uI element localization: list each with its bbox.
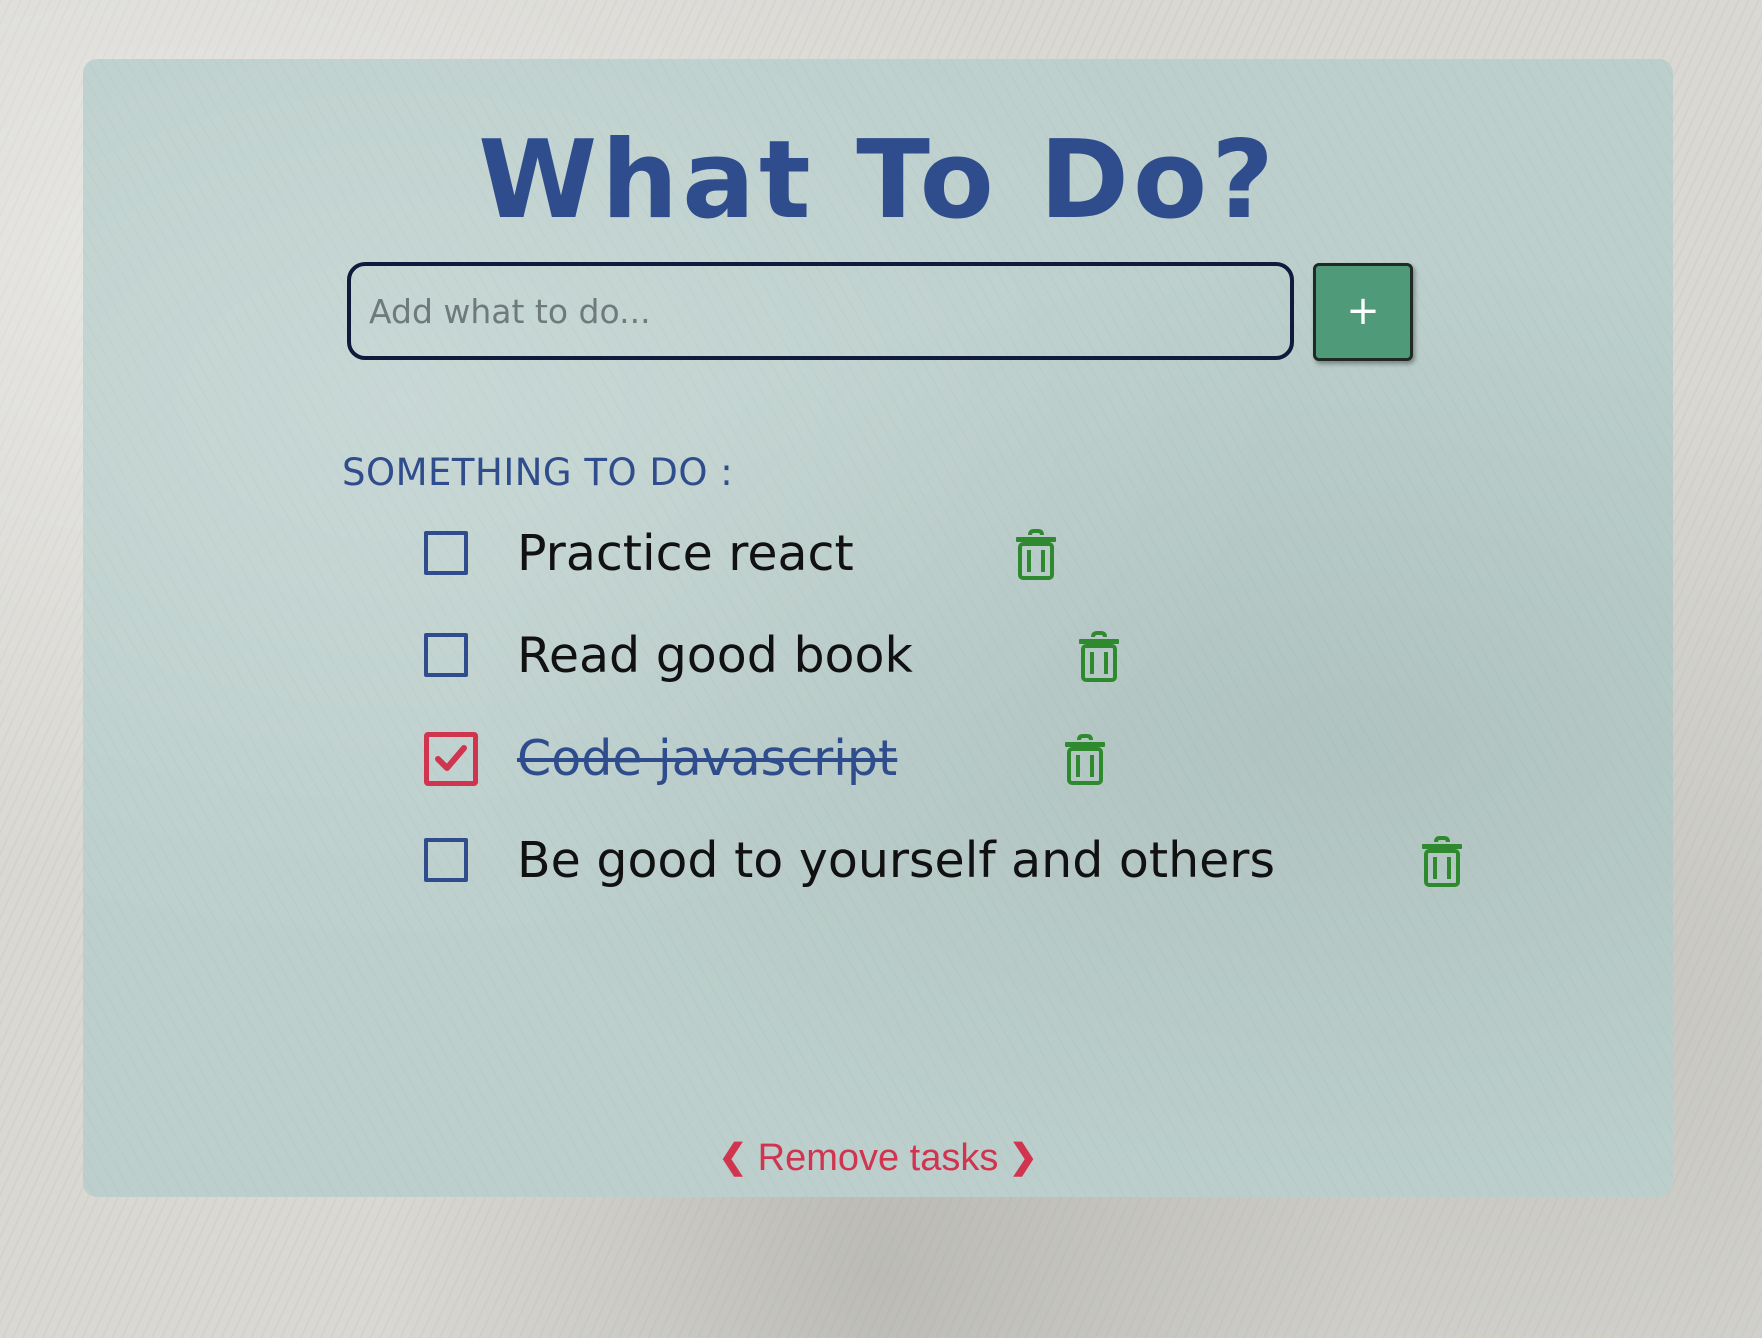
task-text-completed: Code javascript bbox=[517, 730, 898, 787]
task-item: Be good to yourself and others bbox=[424, 826, 1524, 896]
task-item: Practice react bbox=[424, 519, 1524, 589]
trash-icon[interactable] bbox=[1420, 836, 1464, 888]
checkmark-icon bbox=[435, 745, 467, 771]
task-checkbox-checked[interactable] bbox=[424, 732, 478, 786]
trash-icon[interactable] bbox=[1014, 529, 1058, 581]
task-text: Practice react bbox=[517, 525, 854, 582]
todo-panel: What To Do? + SOMETHING TO DO : Practice… bbox=[83, 59, 1673, 1197]
task-text: Be good to yourself and others bbox=[517, 832, 1275, 889]
remove-tasks-label: Remove tasks bbox=[757, 1137, 999, 1179]
trash-icon[interactable] bbox=[1077, 631, 1121, 683]
chevron-right-icon: ❯ bbox=[1008, 1138, 1038, 1176]
chevron-left-icon: ❮ bbox=[718, 1138, 748, 1176]
task-item: Read good book bbox=[424, 621, 1524, 691]
trash-icon[interactable] bbox=[1063, 734, 1107, 786]
task-text: Read good book bbox=[517, 627, 913, 684]
task-checkbox[interactable] bbox=[424, 633, 468, 677]
task-list: Practice react Read good book Code javas… bbox=[83, 59, 1673, 1197]
task-item: Code javascript bbox=[424, 724, 1524, 794]
task-checkbox[interactable] bbox=[424, 531, 468, 575]
task-checkbox[interactable] bbox=[424, 838, 468, 882]
remove-tasks-button[interactable]: ❮ Remove tasks ❯ bbox=[83, 1133, 1673, 1182]
